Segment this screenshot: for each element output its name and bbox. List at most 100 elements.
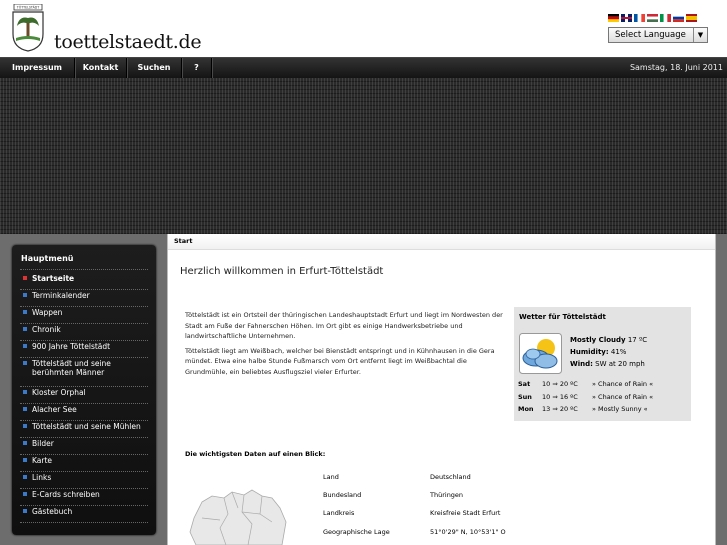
sidebar-item[interactable]: Gästebuch — [20, 505, 148, 522]
italian-flag-icon[interactable] — [660, 14, 671, 22]
nav-suchen[interactable]: Suchen — [127, 58, 182, 78]
menu-divider — [20, 522, 148, 523]
fact-label: Geographische Lage — [323, 528, 390, 536]
main-content: Start Herzlich willkommen in Erfurt-Tött… — [167, 234, 716, 545]
sidebar-item[interactable]: Wappen — [20, 306, 148, 323]
sidebar-item-label: Links — [32, 473, 52, 482]
humidity-value: 41% — [610, 348, 627, 356]
spanish-flag-icon[interactable] — [686, 14, 697, 22]
forecast-condition: » Chance of Rain « — [592, 380, 654, 388]
page-title: Herzlich willkommen in Erfurt-Töttelstäd… — [180, 266, 384, 277]
nav-impressum[interactable]: Impressum — [0, 58, 75, 78]
forecast-day: Sun — [518, 393, 532, 401]
uk-flag-icon[interactable] — [621, 14, 632, 22]
bullet-icon — [23, 441, 27, 445]
language-select[interactable]: Select Language ▼ — [608, 27, 708, 43]
sidebar-item-label: Gästebuch — [32, 507, 73, 516]
bullet-icon — [23, 492, 27, 496]
sidebar-item-label: Startseite — [32, 274, 75, 283]
site-header: TÖTTELSTÄDT toettelstaedt.de Select Lang… — [0, 0, 727, 57]
sidebar-item-label: Töttelstädt und seine berühmten Männer — [32, 359, 111, 377]
sidebar-item[interactable]: Links — [20, 471, 148, 488]
wind-label: Wind: — [570, 360, 593, 368]
forecast-day: Mon — [518, 405, 534, 413]
forecast-temps: 13 ⇒ 20 ºC — [542, 405, 578, 413]
fact-label: Landkreis — [323, 509, 355, 517]
bullet-icon — [23, 310, 27, 314]
coat-of-arms-icon[interactable]: TÖTTELSTÄDT — [10, 4, 46, 52]
sidebar-item-label: E-Cards schreiben — [32, 490, 100, 499]
sidebar-item[interactable]: Bilder — [20, 437, 148, 454]
sidebar-item[interactable]: Chronik — [20, 323, 148, 340]
sidebar-item-label: Wappen — [32, 308, 63, 317]
humidity-label: Humidity: — [570, 348, 609, 356]
forecast-temps: 10 ⇒ 16 ºC — [542, 393, 578, 401]
fact-value: Kreisfreie Stadt Erfurt — [430, 509, 501, 517]
sidebar-item[interactable]: Terminkalender — [20, 289, 148, 306]
sidebar-item-label: Töttelstädt und seine Mühlen — [32, 422, 141, 431]
menu-divider — [20, 269, 148, 270]
fact-value: Thüringen — [430, 491, 464, 499]
intro-paragraph: Töttelstädt ist ein Ortsteil der thüring… — [185, 311, 503, 340]
header-banner-image — [0, 78, 727, 234]
sidebar-item[interactable]: 900 Jahre Töttelstädt — [20, 340, 148, 357]
sidebar-item-label: 900 Jahre Töttelstädt — [32, 342, 111, 351]
fact-value: 51°0'29" N, 10°53'1" O — [430, 528, 506, 536]
russian-flag-icon[interactable] — [673, 14, 684, 22]
bullet-icon — [23, 293, 27, 297]
bullet-icon — [23, 361, 27, 365]
intro-paragraph: Töttelstädt liegt am Weißbach, welcher b… — [185, 346, 495, 376]
language-flags — [608, 14, 697, 22]
chevron-down-icon[interactable]: ▼ — [693, 28, 707, 42]
fact-value: Deutschland — [430, 473, 471, 481]
bullet-icon — [23, 509, 27, 513]
forecast-day: Sat — [518, 380, 531, 388]
svg-text:TÖTTELSTÄDT: TÖTTELSTÄDT — [16, 5, 39, 10]
sidebar-item[interactable]: Alacher See — [20, 403, 148, 420]
site-title[interactable]: toettelstaedt.de — [54, 31, 202, 53]
germany-map-icon — [189, 489, 287, 545]
german-flag-icon[interactable] — [608, 14, 619, 22]
forecast-condition: » Chance of Rain « — [592, 393, 654, 401]
wind-value: SW at 20 mph — [595, 360, 645, 368]
forecast-temps: 10 ⇒ 20 ºC — [542, 380, 578, 388]
sidebar-item-label: Alacher See — [32, 405, 77, 414]
bullet-icon — [23, 344, 27, 348]
nav-help[interactable]: ? — [182, 58, 212, 78]
top-navigation: Impressum Kontakt Suchen ? Samstag, 18. … — [0, 57, 727, 78]
sidebar-item[interactable]: Startseite — [20, 272, 148, 289]
bullet-icon — [23, 458, 27, 462]
french-flag-icon[interactable] — [634, 14, 645, 22]
sidebar-item-label: Bilder — [32, 439, 54, 448]
bullet-icon — [23, 407, 27, 411]
bullet-icon — [23, 424, 27, 428]
weather-widget: Wetter für Töttelstädt Mostly Cloudy 17 … — [514, 307, 691, 421]
language-select-value: Select Language — [615, 30, 686, 40]
forecast-condition: » Mostly Sunny « — [592, 405, 648, 413]
facts-title: Die wichtigsten Daten auf einen Blick: — [185, 450, 326, 458]
sidebar-item-label: Karte — [32, 456, 53, 465]
sidebar-item[interactable]: E-Cards schreiben — [20, 488, 148, 505]
main-menu: Hauptmenü Startseite Terminkalender Wappen… — [12, 245, 156, 535]
bullet-icon — [23, 276, 27, 280]
current-date: Samstag, 18. Juni 2011 — [629, 63, 723, 72]
sidebar-item-label: Kloster Orphal — [32, 388, 86, 397]
bullet-icon — [23, 475, 27, 479]
fact-label: Land — [323, 473, 339, 481]
weather-title: Wetter für Töttelstädt — [519, 313, 606, 321]
intro-text: Töttelstädt ist ein Ortsteil der thüring… — [185, 310, 510, 381]
sidebar-item[interactable]: Töttelstädt und seine Mühlen — [20, 420, 148, 437]
sidebar-item-label: Chronik — [32, 325, 61, 334]
main-menu-title: Hauptmenü — [21, 254, 74, 263]
mostly-cloudy-icon — [519, 333, 562, 374]
sidebar-item[interactable]: Kloster Orphal — [20, 386, 148, 403]
hungarian-flag-icon[interactable] — [647, 14, 658, 22]
fact-label: Bundesland — [323, 491, 362, 499]
bullet-icon — [23, 390, 27, 394]
bullet-icon — [23, 327, 27, 331]
breadcrumb-start[interactable]: Start — [174, 237, 193, 245]
sidebar-item[interactable]: Karte — [20, 454, 148, 471]
sidebar-item[interactable]: Töttelstädt und seine berühmten Männer — [20, 357, 148, 386]
nav-kontakt[interactable]: Kontakt — [75, 58, 127, 78]
weather-temp: 17 ºC — [627, 336, 648, 344]
